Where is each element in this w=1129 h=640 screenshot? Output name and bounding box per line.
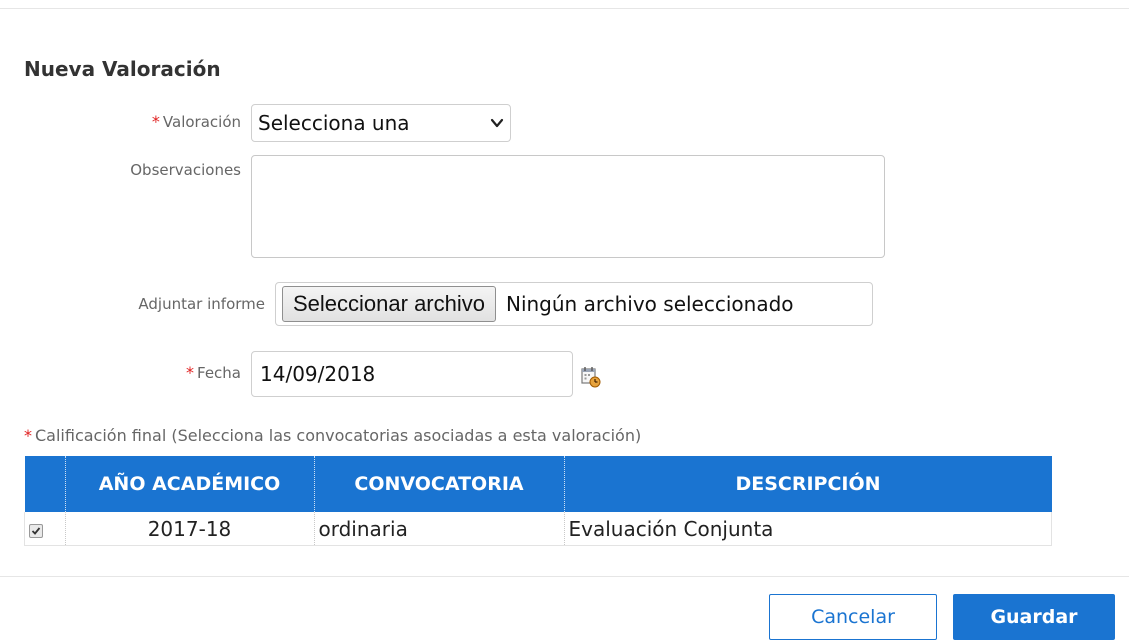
required-mark: * (151, 112, 160, 131)
file-input[interactable]: Seleccionar archivo Ningún archivo selec… (275, 282, 873, 326)
page-title: Nueva Valoración (24, 57, 221, 81)
panel-divider (0, 576, 1129, 577)
valoracion-label: * Valoración (96, 112, 241, 131)
cancel-button[interactable]: Cancelar (769, 594, 937, 640)
observaciones-label: Observaciones (130, 161, 241, 179)
convocatorias-table: AÑO ACADÉMICO CONVOCATORIA DESCRIPCIÓN 2… (24, 456, 1052, 546)
cell-anio-academico: 2017-18 (64, 512, 314, 546)
calendar-icon[interactable] (581, 366, 601, 388)
valoracion-selected-value: Selecciona una (258, 111, 410, 135)
table-row[interactable]: 2017-18 ordinaria Evaluación Conjunta (24, 512, 1052, 546)
calificacion-final-text: Calificación final (Selecciona las convo… (35, 426, 642, 445)
checkbox-checked-icon[interactable] (29, 523, 43, 538)
valoracion-select[interactable]: Selecciona una (251, 104, 511, 142)
cell-descripcion: Evaluación Conjunta (563, 512, 1052, 546)
fecha-label-text: Fecha (197, 364, 241, 382)
header-anio-academico[interactable]: AÑO ACADÉMICO (64, 456, 314, 512)
row-checkbox-cell[interactable] (24, 512, 65, 546)
header-select (24, 456, 65, 512)
required-mark: * (24, 426, 32, 445)
top-divider (0, 8, 1129, 9)
fecha-label: * Fecha (140, 363, 241, 382)
required-mark: * (186, 363, 195, 382)
valoracion-label-text: Valoración (162, 113, 241, 131)
file-status-text: Ningún archivo seleccionado (505, 292, 794, 316)
cell-convocatoria: ordinaria (313, 512, 564, 546)
calificacion-final-label: * Calificación final (Selecciona las conv… (24, 426, 641, 445)
header-convocatoria[interactable]: CONVOCATORIA (313, 456, 564, 512)
save-button[interactable]: Guardar (953, 594, 1115, 640)
header-descripcion[interactable]: DESCRIPCIÓN (563, 456, 1052, 512)
observaciones-textarea[interactable] (251, 155, 885, 258)
chevron-down-icon (490, 118, 504, 128)
fecha-input[interactable]: 14/09/2018 (251, 351, 573, 397)
table-header-row: AÑO ACADÉMICO CONVOCATORIA DESCRIPCIÓN (24, 456, 1052, 512)
select-file-button[interactable]: Seleccionar archivo (282, 286, 496, 322)
adjuntar-informe-label: Adjuntar informe (138, 295, 265, 313)
check-mark-icon (31, 526, 41, 535)
